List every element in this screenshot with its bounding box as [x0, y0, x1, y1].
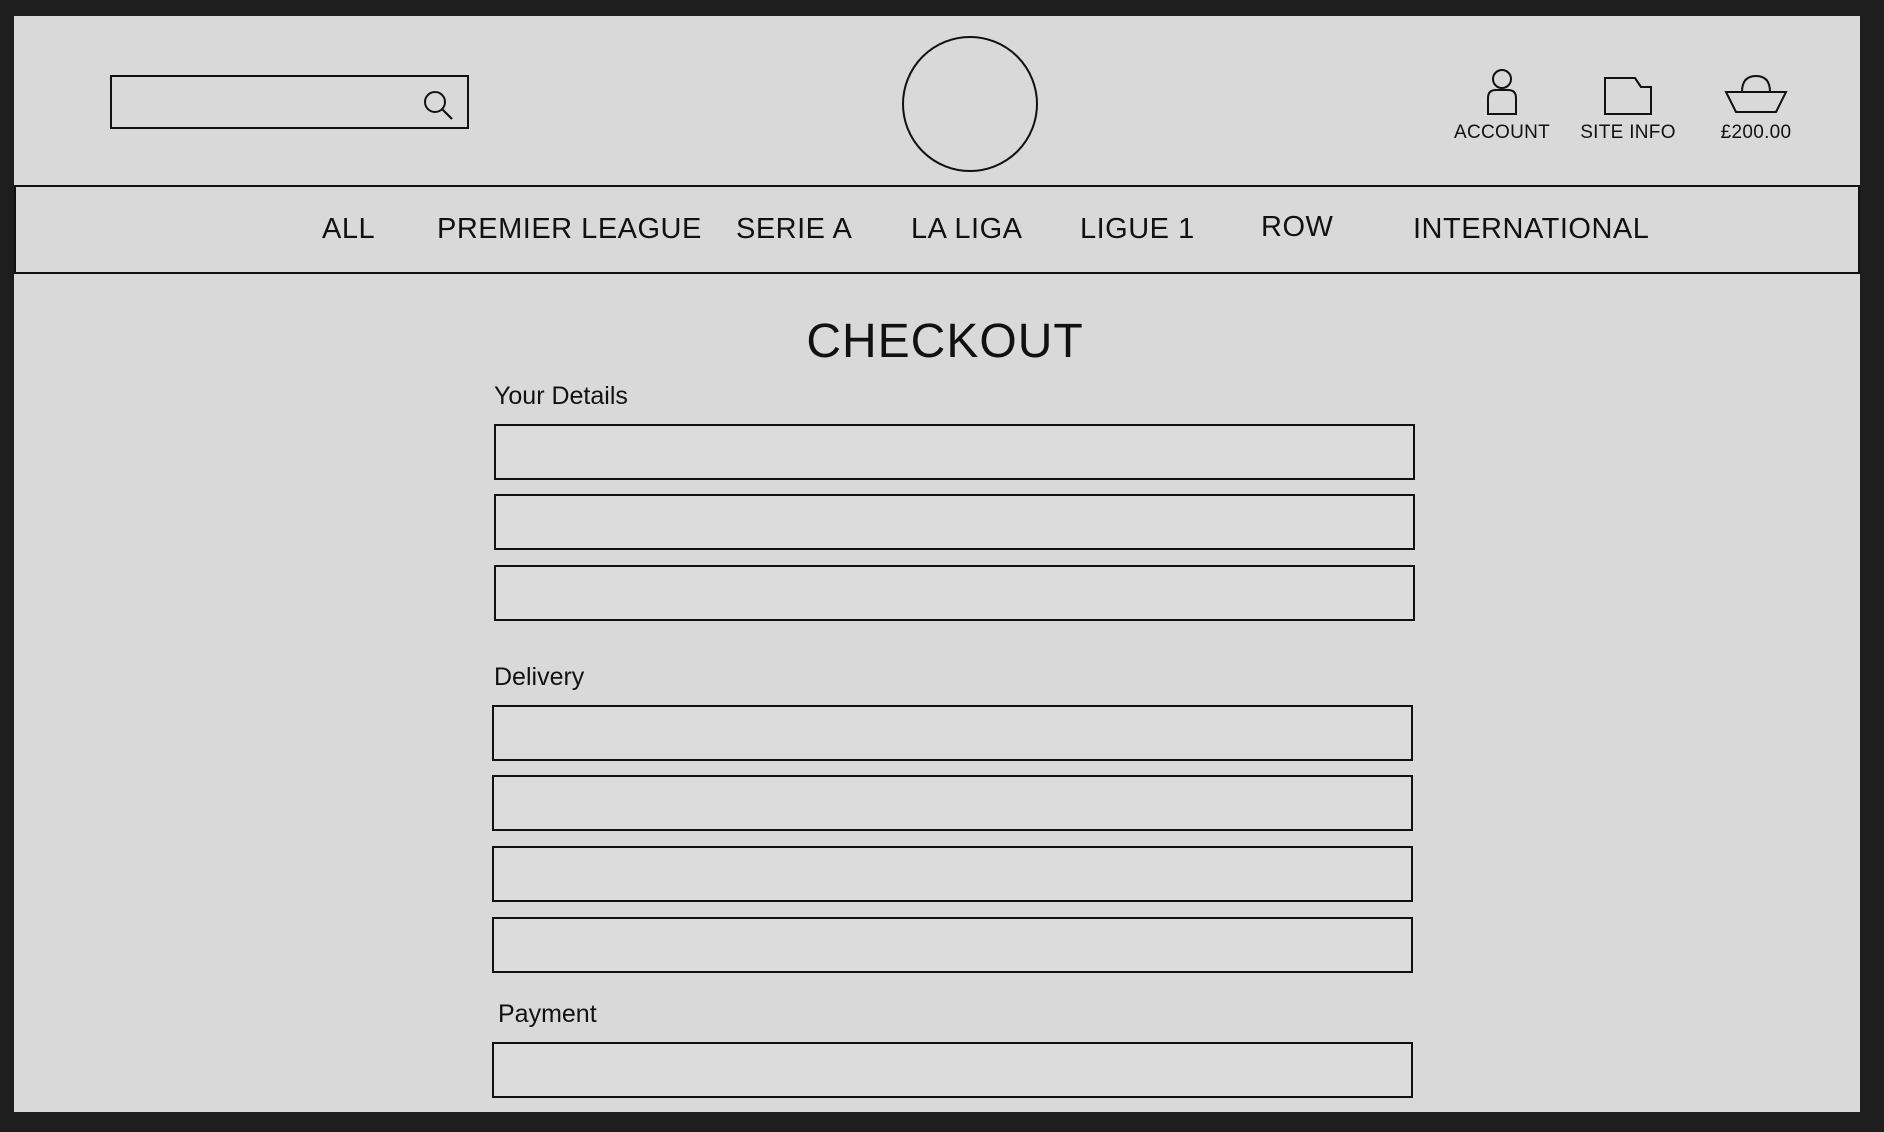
search-icon[interactable] [421, 88, 455, 122]
nav-item-row[interactable]: ROW [1261, 211, 1333, 244]
page-title: CHECKOUT [14, 314, 1860, 369]
your-details-heading: Your Details [494, 382, 628, 410]
delivery-field-3[interactable] [492, 846, 1413, 902]
page-title-text: CHECKOUT [806, 315, 1084, 368]
details-field-1[interactable] [494, 424, 1415, 480]
details-field-3[interactable] [494, 565, 1415, 621]
details-field-2[interactable] [494, 494, 1415, 550]
basket-button[interactable]: £200.00 [1686, 68, 1826, 144]
delivery-field-2[interactable] [492, 775, 1413, 831]
payment-heading: Payment [498, 1000, 597, 1028]
nav-item-all[interactable]: ALL [322, 213, 375, 246]
account-button[interactable]: ACCOUNT [1432, 68, 1572, 144]
page-frame: ACCOUNT SITE INFO £200.00 ALL PREMIER LE… [14, 16, 1860, 1112]
nav-item-la-liga[interactable]: LA LIGA [911, 213, 1023, 246]
user-icon [1487, 69, 1517, 115]
site-info-label: SITE INFO [1580, 122, 1676, 143]
basket-total: £200.00 [1720, 122, 1792, 143]
logo[interactable] [902, 36, 1038, 172]
site-info-button[interactable]: SITE INFO [1558, 68, 1698, 144]
search-bar [110, 75, 469, 129]
nav-item-international[interactable]: INTERNATIONAL [1413, 213, 1649, 246]
search-input[interactable] [112, 77, 412, 127]
payment-field-1[interactable] [492, 1042, 1413, 1098]
nav-item-ligue-1[interactable]: LIGUE 1 [1080, 213, 1195, 246]
folder-icon [1604, 77, 1652, 115]
account-label: ACCOUNT [1453, 122, 1551, 143]
category-nav: ALL PREMIER LEAGUE SERIE A LA LIGA LIGUE… [14, 185, 1860, 274]
delivery-heading: Delivery [494, 663, 585, 691]
delivery-field-4[interactable] [492, 917, 1413, 973]
delivery-field-1[interactable] [492, 705, 1413, 761]
nav-item-serie-a[interactable]: SERIE A [736, 213, 852, 246]
nav-item-premier-league[interactable]: PREMIER LEAGUE [437, 213, 702, 246]
basket-icon [1724, 74, 1788, 113]
